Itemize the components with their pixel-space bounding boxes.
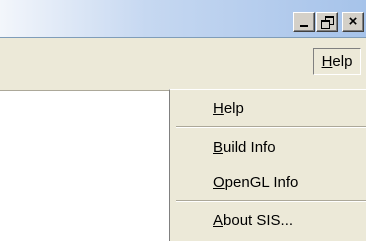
menu-separator — [176, 126, 366, 128]
menubar-help-menu[interactable]: Help — [313, 48, 361, 75]
close-button[interactable]: × — [342, 12, 364, 32]
menu-item-opengl-info[interactable]: OpenGL Info — [213, 173, 298, 193]
menu-item-opengl-info-mnemonic: O — [213, 174, 225, 191]
help-dropdown-menu: Help Build Info OpenGL Info About SIS... — [169, 89, 366, 241]
menu-item-build-info-label: uild Info — [223, 139, 276, 156]
menu-item-build-info[interactable]: Build Info — [213, 138, 276, 158]
menu-item-build-info-mnemonic: B — [213, 139, 224, 156]
menu-item-about-sis-label: bout SIS... — [223, 212, 294, 229]
menu-item-opengl-info-label: penGL Info — [224, 174, 299, 191]
menubar-help-mnemonic: H — [321, 53, 333, 70]
menubar-help-label: elp — [332, 53, 353, 70]
menu-item-help-mnemonic: H — [213, 100, 224, 117]
minimize-button[interactable] — [293, 12, 315, 32]
menu-item-about-sis[interactable]: About SIS... — [213, 211, 293, 231]
menu-item-about-sis-mnemonic: A — [213, 212, 224, 229]
close-icon: × — [348, 13, 358, 30]
title-bar[interactable]: × — [0, 0, 366, 38]
restore-button[interactable] — [316, 12, 338, 32]
menu-item-help-label: elp — [223, 100, 244, 117]
minimize-icon — [300, 25, 308, 27]
menu-bar: Help — [0, 38, 366, 91]
menu-separator — [176, 200, 366, 202]
menu-item-help[interactable]: Help — [213, 99, 244, 119]
